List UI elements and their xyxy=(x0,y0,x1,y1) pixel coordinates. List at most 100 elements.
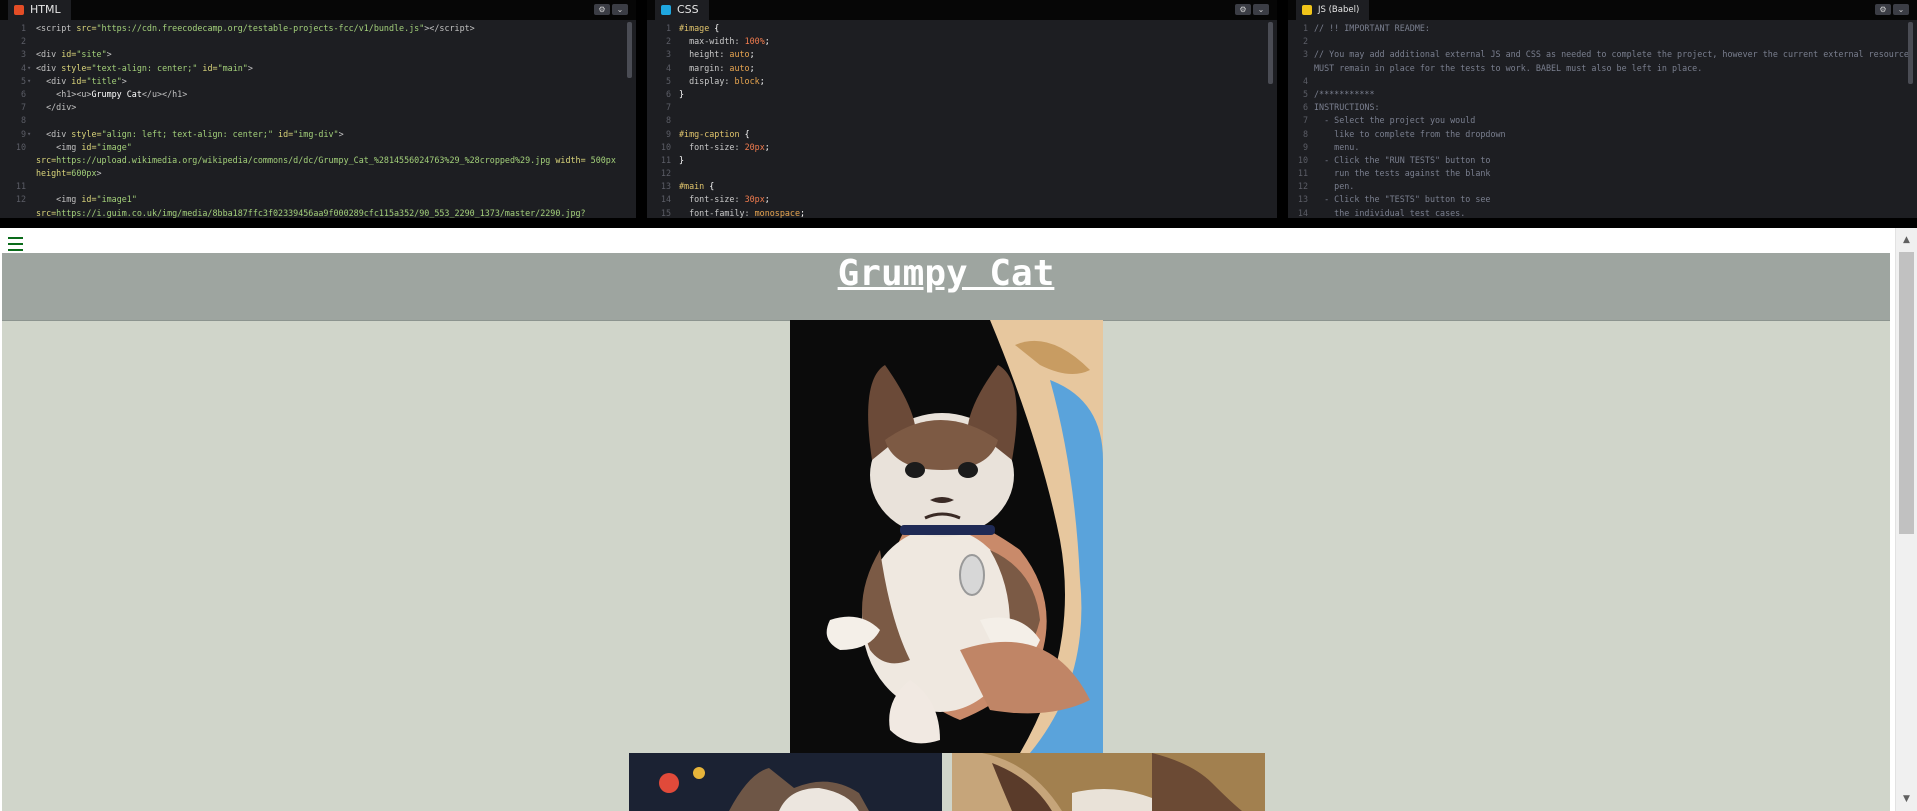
html-editor-scrollbar[interactable] xyxy=(627,22,632,78)
fold-arrow-icon[interactable]: ▾ xyxy=(27,75,31,88)
code-token: id= xyxy=(71,75,87,86)
line-number: 4 xyxy=(1302,75,1308,86)
code-line[interactable]: 8 xyxy=(0,114,636,127)
code-line[interactable]: 2 xyxy=(1288,35,1917,48)
fold-arrow-icon[interactable]: ▾ xyxy=(27,62,31,75)
code-text: <img id="image1" xyxy=(36,193,137,206)
hamburger-menu-icon[interactable] xyxy=(8,237,23,251)
gear-icon[interactable]: ⚙ xyxy=(1875,4,1891,15)
code-line[interactable]: 8 like to complete from the dropdown xyxy=(1288,128,1917,141)
js-code-area[interactable]: 1 // !! IMPORTANT README: 2 3 // You may add… xyxy=(1288,22,1917,218)
code-line[interactable]: 5 /*********** xyxy=(1288,88,1917,101)
code-line[interactable]: 9 #img-caption { xyxy=(647,128,1277,141)
code-line[interactable]: 6 <h1><u>Grumpy Cat</u></h1> xyxy=(0,88,636,101)
code-line[interactable]: 7 xyxy=(647,101,1277,114)
code-line[interactable]: 10 font-size: 20px; xyxy=(647,141,1277,154)
code-line[interactable]: 12 <img id="image1" xyxy=(0,193,636,206)
code-token: script> xyxy=(439,23,475,33)
code-token: > xyxy=(121,75,127,86)
code-line[interactable]: 10 <img id="image" xyxy=(0,141,636,154)
html-logo-icon xyxy=(14,5,24,15)
code-line[interactable]: 14 font-size: 30px; xyxy=(647,193,1277,206)
code-line[interactable]: 2 max-width: 100%; xyxy=(647,35,1277,48)
code-token: style= xyxy=(71,128,102,139)
code-line[interactable]: 4 ▾ <div style="text-align: center;" id="m… xyxy=(0,62,636,75)
css-code-area[interactable]: 1 #image {2 max-width: 100%; 3 height: aut… xyxy=(647,22,1277,218)
code-line[interactable]: src=https://upload.wikimedia.org/wikiped… xyxy=(0,154,636,167)
chevron-down-icon[interactable]: ⌄ xyxy=(1253,4,1269,15)
code-line[interactable]: height=600px> xyxy=(0,167,636,180)
code-line[interactable]: 7 - Select the project you would xyxy=(1288,114,1917,127)
code-line[interactable]: 13 - Click the "TESTS" button to see xyxy=(1288,193,1917,206)
code-line[interactable]: 15 font-family: monospace; xyxy=(647,207,1277,218)
code-line[interactable]: 3 height: auto; xyxy=(647,48,1277,61)
line-number: 5 xyxy=(1302,88,1308,99)
code-token: "https://cdn.freecodecamp.org/testable-p… xyxy=(96,23,425,33)
code-line[interactable]: 5 display: block; xyxy=(647,75,1277,88)
code-text: margin: auto; xyxy=(679,62,755,75)
code-line[interactable]: 13 #main { xyxy=(647,180,1277,193)
code-token: <div xyxy=(36,62,62,73)
code-line[interactable]: 1 // !! IMPORTANT README: xyxy=(1288,22,1917,35)
code-line[interactable]: 9 menu. xyxy=(1288,141,1917,154)
code-token: auto xyxy=(729,49,750,60)
code-line[interactable]: 11 run the tests against the blank xyxy=(1288,167,1917,180)
line-number: 6 xyxy=(1302,102,1308,113)
gear-icon[interactable]: ⚙ xyxy=(1235,4,1251,15)
code-line[interactable]: 3 // You may add additional external JS a… xyxy=(1288,48,1917,61)
line-number: 15 xyxy=(660,207,671,218)
code-line[interactable]: 6} xyxy=(647,88,1277,101)
code-line[interactable]: 3 <div id="site"> xyxy=(0,48,636,61)
line-number: 1 xyxy=(1302,23,1308,33)
code-line[interactable]: 7 </div> xyxy=(0,101,636,114)
code-line[interactable]: 11} xyxy=(647,154,1277,167)
fold-arrow-icon[interactable]: ▾ xyxy=(27,128,31,141)
code-line[interactable]: 6 INSTRUCTIONS: xyxy=(1288,101,1917,114)
code-token: } xyxy=(679,154,685,165)
code-line[interactable]: MUST remain in place for the tests to wo… xyxy=(1288,62,1917,75)
gear-icon[interactable]: ⚙ xyxy=(594,4,610,15)
code-text: // !! IMPORTANT README: xyxy=(1314,22,1430,35)
code-token: "img-div" xyxy=(293,128,339,139)
code-line[interactable]: 5 ▾ <div id="title"> xyxy=(0,75,636,88)
scroll-down-arrow-icon[interactable]: ▼ xyxy=(1896,791,1917,807)
code-line[interactable]: 12 pen. xyxy=(1288,180,1917,193)
chevron-down-icon[interactable]: ⌄ xyxy=(1893,4,1909,15)
code-line[interactable]: src=https://i.guim.co.uk/img/media/8bba1… xyxy=(0,207,636,218)
code-token: style= xyxy=(61,62,92,73)
code-line[interactable]: 1 <script src="https://cdn.freecodecamp.o… xyxy=(0,22,636,35)
code-line[interactable]: 9 ▾ <div style="align: left; text-align: … xyxy=(0,128,636,141)
code-token: https://i.guim.co.uk/img/media/8bba187ff… xyxy=(56,207,586,218)
js-pane-header: JS (Babel) ⚙ ⌄ xyxy=(1288,0,1917,20)
code-token: { xyxy=(709,181,715,192)
chevron-down-icon[interactable]: ⌄ xyxy=(612,4,628,15)
code-token: src= xyxy=(36,154,57,165)
code-line[interactable]: 1 #image { xyxy=(647,22,1277,35)
html-tab[interactable]: HTML xyxy=(8,0,71,20)
code-line[interactable]: 14 the individual test cases. xyxy=(1288,207,1917,218)
code-line[interactable]: 4 margin: auto; xyxy=(647,62,1277,75)
html-code-area[interactable]: 1 <script src="https://cdn.freecodecamp.o… xyxy=(0,22,636,218)
code-line[interactable]: 2 xyxy=(0,35,636,48)
code-line[interactable]: 10 - Click the "RUN TESTS" button to xyxy=(1288,154,1917,167)
line-number: 14 xyxy=(660,194,671,205)
code-token: - Click the "RUN TESTS" button to xyxy=(1314,154,1491,165)
code-line[interactable]: 4 xyxy=(1288,75,1917,88)
code-line[interactable]: 8 xyxy=(647,114,1277,127)
code-editors: HTML ⚙ ⌄ 1 <script src="https://cdn.freec… xyxy=(0,0,1917,218)
code-text: <div style="text-align: center;" id="mai… xyxy=(36,62,253,75)
code-token: the individual test cases. xyxy=(1314,207,1466,218)
css-tab[interactable]: CSS xyxy=(655,0,709,20)
scrollbar-thumb[interactable] xyxy=(1899,252,1914,534)
code-line[interactable]: 12 xyxy=(647,167,1277,180)
preview-scrollbar[interactable]: ▲ ▼ xyxy=(1895,228,1917,811)
js-tab[interactable]: JS (Babel) xyxy=(1296,0,1370,20)
code-text: - Select the project you would xyxy=(1314,114,1475,127)
code-token: 500px xyxy=(585,154,616,165)
js-editor-scrollbar[interactable] xyxy=(1908,22,1913,84)
css-editor-scrollbar[interactable] xyxy=(1268,22,1273,84)
scroll-up-arrow-icon[interactable]: ▲ xyxy=(1896,232,1917,248)
code-token: #img-caption xyxy=(679,128,745,139)
code-line[interactable]: 11 xyxy=(0,180,636,193)
line-number: 3 xyxy=(665,49,671,60)
